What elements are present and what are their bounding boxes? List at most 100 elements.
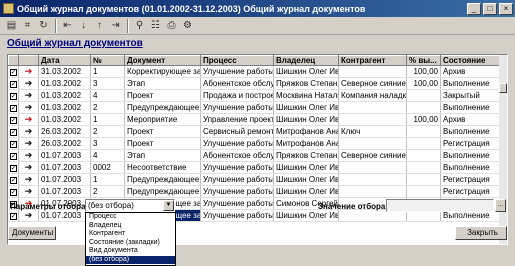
cell-document[interactable]: Проект <box>124 125 201 138</box>
cell-state[interactable]: Закрытый <box>440 89 502 102</box>
up-icon[interactable]: ↑ <box>92 19 107 33</box>
cell-contragent[interactable] <box>338 113 407 126</box>
cell-state[interactable]: Регистрация <box>440 173 502 186</box>
cell-date[interactable]: 01.03.2002 <box>38 113 91 126</box>
cell-state[interactable]: Выполнение <box>440 149 502 162</box>
row-arrow-icon[interactable]: ➔ <box>18 185 39 198</box>
cell-owner[interactable]: Митрофанов Анат <box>273 125 339 138</box>
cell-percent[interactable] <box>406 173 441 186</box>
refresh-icon[interactable]: ↻ <box>36 19 51 33</box>
table-row[interactable]: ✓ ➔ 01.03.20022Предупреждающее деУлучшение… <box>8 101 502 114</box>
documents-table[interactable]: Дата № Документ Процесс Владелец Контраг… <box>7 54 508 245</box>
tree-icon[interactable]: ☷ <box>148 19 163 33</box>
table-row[interactable]: ✓ ➔ 26.03.2002 2 Проект Сервисный ремонт Митро… <box>8 125 502 138</box>
cell-number[interactable]: 1 <box>90 65 125 78</box>
filter-icon[interactable]: ⌗ <box>20 19 35 33</box>
chevron-down-icon[interactable]: ▼ <box>163 200 174 211</box>
cell-owner[interactable]: Митрофанов Анат <box>273 137 339 150</box>
close-window-button[interactable]: × <box>499 2 513 15</box>
row-checkbox-icon[interactable]: ✓ <box>8 77 19 90</box>
cell-contragent[interactable]: Северное сияние <box>338 149 407 162</box>
cell-process[interactable]: Управление проектам <box>200 113 274 126</box>
row-checkbox-icon[interactable]: ✓ <box>8 125 19 138</box>
cell-state[interactable]: Выполнение <box>440 77 502 90</box>
checkbox-icon[interactable]: ✓ <box>9 189 17 196</box>
documents-button[interactable]: Документы <box>8 226 56 240</box>
cell-contragent[interactable] <box>338 173 407 186</box>
filter-option[interactable]: Процесс <box>86 213 175 222</box>
cell-owner[interactable]: Шишкин Олег Ива <box>273 65 339 78</box>
cell-contragent[interactable]: Ключ <box>338 125 407 138</box>
cell-percent[interactable] <box>406 149 441 162</box>
col-header-process[interactable]: Процесс <box>200 55 274 66</box>
checkbox-icon[interactable]: ✓ <box>9 117 17 124</box>
cell-percent[interactable] <box>406 89 441 102</box>
row-checkbox-icon[interactable]: ✓ <box>8 113 19 126</box>
col-header-contragent[interactable]: Контрагент <box>338 55 407 66</box>
cell-owner[interactable]: Шишкин Олег Ива <box>273 209 339 222</box>
checkbox-icon[interactable]: ✓ <box>9 213 17 220</box>
table-row[interactable]: ✓ ➔ 01.07.20032Предупреждающее деУлучшение… <box>8 185 502 198</box>
open-icon[interactable]: ▤ <box>4 19 19 33</box>
cell-process[interactable]: Улучшение работы <box>200 185 274 198</box>
params-icon[interactable]: ⚙ <box>180 19 195 33</box>
cell-date[interactable]: 26.03.2002 <box>38 137 91 150</box>
row-checkbox-icon[interactable]: ✓ <box>8 209 19 222</box>
cell-document[interactable]: Этап <box>124 77 201 90</box>
checkbox-icon[interactable]: ✓ <box>9 93 17 100</box>
cell-owner[interactable]: Шишкин Олег Ива <box>273 173 339 186</box>
table-row[interactable]: ✓ ➔ 01.03.2002 3 Этап Абонентское обслуж Пряжк… <box>8 77 502 90</box>
filter-option[interactable]: Вид документа <box>86 247 175 256</box>
row-arrow-icon[interactable]: ➔ <box>18 101 39 114</box>
cell-document[interactable]: Проект <box>124 137 201 150</box>
cell-date[interactable]: 26.03.2002 <box>38 125 91 138</box>
cell-document[interactable]: Предупреждающее де <box>124 185 201 198</box>
cell-state[interactable]: Архив <box>440 113 502 126</box>
cell-contragent[interactable] <box>338 137 407 150</box>
cell-process[interactable]: Улучшение работы <box>200 65 274 78</box>
cell-percent[interactable] <box>406 137 441 150</box>
filter-dropdown-list[interactable]: Процесс Владелец Контрагент Состояние (з… <box>85 212 176 266</box>
row-checkbox-icon[interactable]: ✓ <box>8 101 19 114</box>
cell-owner[interactable]: Пряжков Степан Ст <box>273 77 339 90</box>
cell-number[interactable]: 3 <box>90 137 125 150</box>
cell-number[interactable]: 1 <box>90 113 125 126</box>
cell-percent[interactable]: 100,00 <box>406 65 441 78</box>
search-icon[interactable]: ⚲ <box>132 19 147 33</box>
row-checkbox-icon[interactable]: ✓ <box>8 173 19 186</box>
cell-process[interactable]: Продажа и построени <box>200 89 274 102</box>
table-row[interactable]: ✓ ➔ 01.07.20031Предупреждающее деУлучшение… <box>8 173 502 186</box>
checkbox-icon[interactable]: ✓ <box>9 153 17 160</box>
print-icon[interactable]: ⎙ <box>164 19 179 33</box>
cell-process[interactable]: Сервисный ремонт <box>200 125 274 138</box>
cell-state[interactable]: Регистрация <box>440 137 502 150</box>
cell-date[interactable]: 01.07.2003 <box>38 161 91 174</box>
cell-number[interactable]: 2 <box>90 101 125 114</box>
cell-percent[interactable]: 100,00 <box>406 113 441 126</box>
cell-date[interactable]: 01.03.2002 <box>38 101 91 114</box>
row-arrow-icon[interactable]: ➔ <box>18 161 39 174</box>
cell-contragent[interactable] <box>338 65 407 78</box>
table-row[interactable]: ✓ ➔ 01.07.2003 0002 Несоответствие Улучшение … <box>8 161 502 174</box>
cell-owner[interactable]: Шишкин Олег Ива <box>273 113 339 126</box>
cell-document[interactable]: Мероприятие <box>124 113 201 126</box>
cell-percent[interactable] <box>406 101 441 114</box>
cell-date[interactable]: 31.03.2002 <box>38 65 91 78</box>
cell-document[interactable]: Предупреждающее де <box>124 101 201 114</box>
row-checkbox-icon[interactable]: ✓ <box>8 65 19 78</box>
row-arrow-icon[interactable]: ➔ <box>18 173 39 186</box>
cell-contragent[interactable] <box>338 101 407 114</box>
cell-number[interactable]: 2 <box>90 185 125 198</box>
cell-number[interactable]: 3 <box>90 77 125 90</box>
table-row[interactable]: ✓ ➔ 01.03.20024ПроектПродажа и построениМо… <box>8 89 502 102</box>
row-arrow-icon[interactable]: ➔ <box>18 209 39 222</box>
row-arrow-icon[interactable]: ➔ <box>18 65 39 78</box>
cell-percent[interactable] <box>406 125 441 138</box>
row-arrow-icon[interactable]: ➔ <box>18 125 39 138</box>
cell-percent[interactable]: 100,00 <box>406 77 441 90</box>
cell-date[interactable]: 01.07.2003 <box>38 173 91 186</box>
cell-process[interactable]: Улучшение работы <box>200 137 274 150</box>
cell-number[interactable]: 0002 <box>90 161 125 174</box>
row-arrow-icon[interactable]: ➔ <box>18 113 39 126</box>
cell-process[interactable]: Улучшение работы <box>200 173 274 186</box>
